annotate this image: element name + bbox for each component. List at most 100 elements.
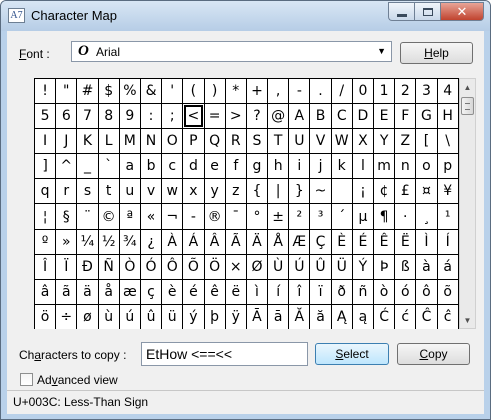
character-cell[interactable]: ø [77,304,98,329]
character-cell[interactable]: G [416,104,437,129]
character-cell[interactable]: F [395,104,416,129]
character-cell[interactable]: U [289,129,310,154]
font-dropdown[interactable]: O Arial ▼ [71,41,392,62]
character-cell[interactable]: þ [204,304,225,329]
character-cell[interactable]: D [352,104,373,129]
character-cell[interactable]: & [140,79,162,104]
character-cell[interactable]: ß [395,254,416,279]
character-grid[interactable]: ! " # $% & '() * +, -./0 1 2 3 4 5 6 7 8 9:; < = >? @ A B C D E F G H… [34,78,459,329]
character-cell[interactable]: r [56,179,77,204]
character-cell[interactable]: Q [204,129,225,154]
character-cell[interactable]: Ã [225,229,246,254]
character-cell[interactable]: ý [183,304,204,329]
character-cell[interactable]: ® [204,204,225,229]
character-cell[interactable]: ] [35,154,56,179]
character-cell[interactable]: ü [162,304,183,329]
character-cell[interactable]: ÷ [56,304,77,329]
character-cell-selected[interactable]: < [183,104,204,129]
character-cell[interactable]: 7 [77,104,98,129]
character-cell[interactable]: Ö [204,254,225,279]
character-cell[interactable]: « [140,204,162,229]
character-cell[interactable]: Ô [162,254,183,279]
character-cell[interactable]: Ø [246,254,268,279]
character-cell[interactable]: C [331,104,352,129]
character-cell[interactable]: Z [395,129,416,154]
advanced-view-checkbox[interactable] [20,373,33,386]
character-cell[interactable]: ¾ [119,229,140,254]
character-cell[interactable]: Û [310,254,331,279]
character-cell[interactable]: - [289,79,310,104]
character-cell[interactable]: ( [183,79,204,104]
character-cell[interactable]: c [162,154,183,179]
character-cell[interactable]: ½ [98,229,119,254]
character-cell[interactable]: + [246,79,268,104]
character-cell[interactable]: , [268,79,289,104]
character-cell[interactable]: ë [225,279,246,304]
character-cell[interactable]: { [246,179,268,204]
character-cell[interactable]: ¤ [416,179,437,204]
character-cell[interactable]: Ĉ [416,304,437,329]
character-cell[interactable]: é [183,279,204,304]
character-cell[interactable]: n [395,154,416,179]
character-cell[interactable]: X [352,129,373,154]
character-cell[interactable]: Ó [140,254,162,279]
scrollbar-thumb[interactable] [461,97,474,115]
character-cell[interactable]: f [225,154,246,179]
character-cell[interactable]: í [268,279,289,304]
character-cell[interactable]: £ [395,179,416,204]
character-cell[interactable]: H [437,104,458,129]
character-cell[interactable]: / [331,79,352,104]
character-cell[interactable]: ¶ [374,204,395,229]
character-cell[interactable]: % [119,79,140,104]
character-cell[interactable]: ð [331,279,352,304]
character-cell[interactable]: · [395,204,416,229]
character-cell[interactable]: Î [35,254,56,279]
character-cell[interactable]: 8 [98,104,119,129]
character-cell[interactable]: z [225,179,246,204]
character-cell[interactable]: ê [204,279,225,304]
character-cell[interactable]: § [56,204,77,229]
character-cell[interactable]: Ü [331,254,352,279]
character-cell[interactable]: Ò [119,254,140,279]
dropdown-arrow-icon[interactable]: ▼ [377,46,386,56]
character-cell[interactable]: ¸ [416,204,437,229]
character-cell[interactable]: ó [395,279,416,304]
character-cell[interactable]: õ [437,279,458,304]
character-cell[interactable]: ^ [56,154,77,179]
character-cell[interactable]: ç [140,279,162,304]
character-cell[interactable]: - [183,204,204,229]
character-cell[interactable]: º [35,229,56,254]
character-cell[interactable]: b [140,154,162,179]
character-cell[interactable]: Ć [374,304,395,329]
character-cell[interactable]: k [331,154,352,179]
character-cell[interactable]: T [268,129,289,154]
character-cell[interactable]: 9 [119,104,140,129]
character-cell[interactable]: = [204,104,225,129]
character-cell[interactable]: û [140,304,162,329]
character-cell[interactable]: ¥ [437,179,458,204]
character-cell[interactable]: Í [437,229,458,254]
character-cell[interactable]: Ç [310,229,331,254]
characters-to-copy-input[interactable] [141,342,308,366]
character-cell[interactable]: µ [352,204,373,229]
character-cell[interactable]: ' [162,79,183,104]
character-cell[interactable]: } [289,179,310,204]
character-cell[interactable]: ¯ [225,204,246,229]
character-cell[interactable]: Ù [268,254,289,279]
character-cell[interactable]: @ [268,104,289,129]
character-cell[interactable]: ñ [352,279,373,304]
title-bar[interactable]: A7 Character Map ✕ [1,1,490,31]
character-cell[interactable]: ³ [310,204,331,229]
character-cell[interactable]: m [374,154,395,179]
character-cell[interactable]: î [289,279,310,304]
character-cell[interactable]: ć [395,304,416,329]
character-cell[interactable]: 3 [416,79,437,104]
character-cell[interactable]: v [140,179,162,204]
character-cell[interactable]: _ [77,154,98,179]
character-cell[interactable]: y [204,179,225,204]
character-cell[interactable]: ¬ [162,204,183,229]
character-cell[interactable]: 0 [352,79,373,104]
character-cell[interactable]: ! [35,79,56,104]
character-cell[interactable]: ã [56,279,77,304]
character-cell[interactable]: 4 [437,79,458,104]
